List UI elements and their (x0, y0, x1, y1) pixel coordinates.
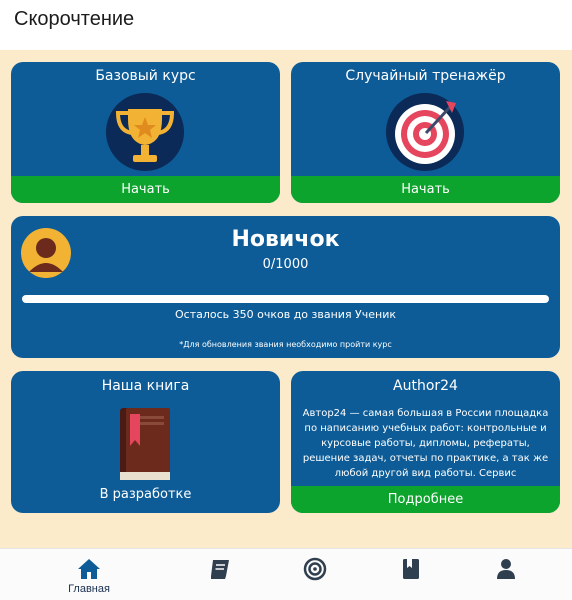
rank-note: *Для обновления звания необходимо пройти… (179, 340, 392, 349)
trophy-icon (106, 93, 184, 175)
book-status: В разработке (99, 487, 192, 502)
book-card[interactable]: Наша книга В разработке (11, 371, 280, 513)
nav-home[interactable]: Главная (44, 549, 134, 600)
book-icon (116, 406, 174, 486)
home-icon (77, 557, 101, 581)
bookmark-book-icon (399, 557, 423, 581)
bottom-navigation: Главная (0, 548, 572, 600)
target-icon (386, 93, 464, 175)
rank-title: Новичок (231, 227, 340, 252)
nav-books[interactable] (175, 549, 265, 600)
rank-card: Новичок 0/1000 Осталось 350 очков до зва… (11, 216, 560, 358)
app-header: Скорочтение (0, 0, 572, 50)
target-icon (303, 557, 327, 581)
author24-description: Автор24 — самая большая в России площадк… (302, 408, 549, 479)
base-course-card[interactable]: Базовый курс Начать (11, 62, 280, 203)
nav-trainers[interactable] (270, 549, 360, 600)
nav-home-label: Главная (68, 583, 110, 595)
profile-icon (494, 557, 518, 581)
rank-score: 0/1000 (262, 257, 309, 272)
author24-more-button[interactable]: Подробнее (291, 486, 560, 513)
author24-title: Author24 (393, 378, 458, 394)
author24-card[interactable]: Author24 Автор24 — самая большая в Росси… (291, 371, 560, 513)
random-trainer-title: Случайный тренажёр (345, 68, 506, 84)
nav-profile[interactable] (461, 549, 551, 600)
random-trainer-card[interactable]: Случайный тренажёр Начать (291, 62, 560, 203)
nav-library[interactable] (366, 549, 456, 600)
book-title: Наша книга (101, 378, 190, 394)
base-course-title: Базовый курс (95, 68, 196, 84)
book-icon (208, 557, 232, 581)
app-title: Скорочтение (14, 8, 135, 30)
random-trainer-start-button[interactable]: Начать (291, 176, 560, 203)
base-course-start-button[interactable]: Начать (11, 176, 280, 203)
rank-progress-bar (22, 295, 549, 303)
rank-next-text: Осталось 350 очков до звания Ученик (174, 308, 397, 321)
